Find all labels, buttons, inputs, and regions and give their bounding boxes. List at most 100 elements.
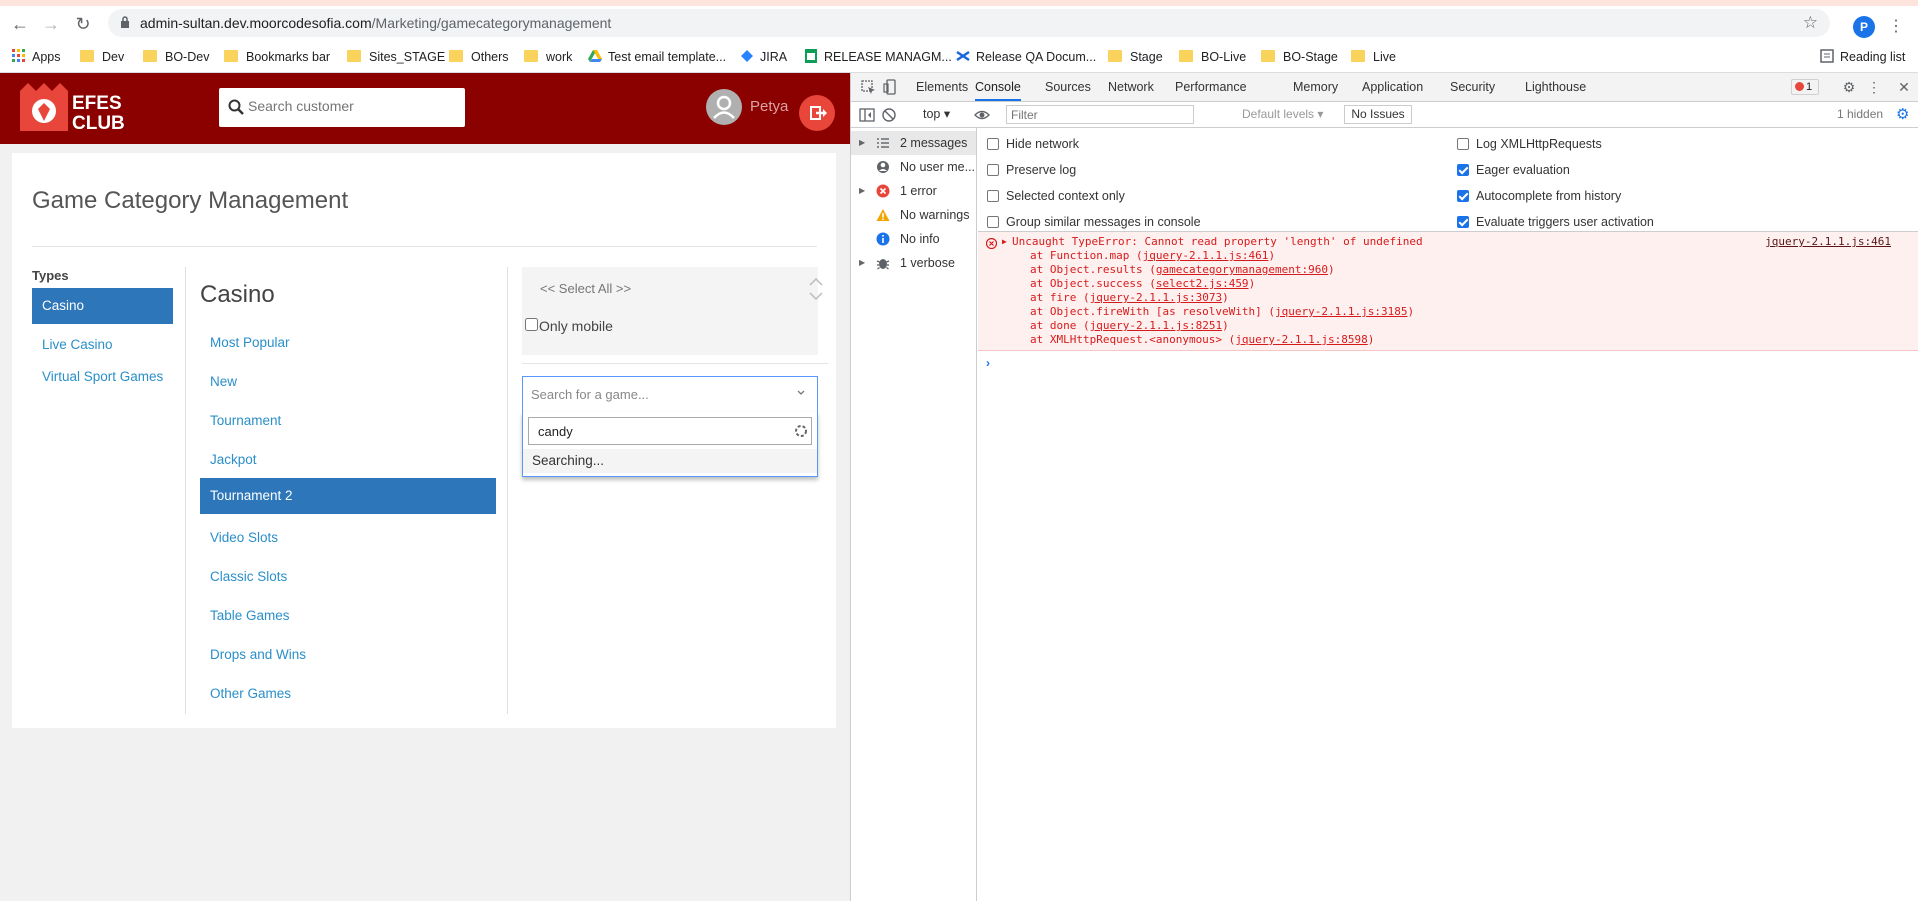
bookmark-apps[interactable]: Apps [12,46,61,68]
expand-arrow-icon[interactable]: ▶ [859,131,865,155]
address-bar[interactable]: admin-sultan.dev.moorcodesofia.com/Marke… [108,9,1830,37]
category-item[interactable]: Table Games [200,598,496,634]
bookmark-bo-dev[interactable]: BO-Dev [143,46,209,68]
hide-network-option[interactable]: Hide network [987,136,1079,152]
bookmark-sites-stage[interactable]: Sites_STAGE [347,46,445,68]
type-item-casino[interactable]: Casino [32,288,173,324]
checkbox[interactable] [987,164,999,176]
bookmark-release-qa[interactable]: Release QA Docum... [956,46,1096,68]
stack-frame-link[interactable]: jquery-2.1.1.js:3073 [1090,291,1222,304]
tab-performance[interactable]: Performance [1175,73,1247,101]
browser-menu-icon[interactable]: ⋮ [1888,16,1904,36]
type-item-virtual-sport-games[interactable]: Virtual Sport Games [32,359,173,395]
clear-console-icon[interactable] [881,107,897,123]
bookmark-release-managm[interactable]: RELEASE MANAGM... [804,46,952,68]
customer-search-input[interactable] [248,98,448,114]
console-prompt[interactable]: › [986,356,990,370]
bookmark-stage[interactable]: Stage [1108,46,1163,68]
device-toolbar-icon[interactable] [883,79,899,95]
forward-icon[interactable]: → [42,15,60,33]
group-similar-option[interactable]: Group similar messages in console [987,214,1201,230]
category-item[interactable]: Video Slots [200,520,496,556]
preserve-log-option[interactable]: Preserve log [987,162,1076,178]
expand-arrow-icon[interactable]: ▶ [859,179,865,203]
checkbox[interactable] [987,190,999,202]
tab-memory[interactable]: Memory [1293,73,1338,101]
category-item[interactable]: Drops and Wins [200,637,496,673]
bookmark-bo-stage[interactable]: BO-Stage [1261,46,1338,68]
sidebar-item-user-messages[interactable]: No user me... [851,155,976,179]
checkbox-checked[interactable] [1457,164,1469,176]
only-mobile-checkbox[interactable]: Only mobile [525,318,613,334]
checkbox-checked[interactable] [1457,216,1469,228]
evaluate-triggers-option[interactable]: Evaluate triggers user activation [1457,214,1654,230]
category-item[interactable]: New [200,364,496,400]
game-select[interactable]: Search for a game... [522,376,818,412]
category-item[interactable]: Jackpot [200,442,496,478]
settings-gear-icon[interactable]: ⚙ [1841,79,1857,95]
category-item[interactable]: Tournament [200,403,496,439]
sidebar-toggle-icon[interactable] [859,107,875,123]
select-all-list[interactable]: << Select All >> [532,267,828,311]
back-icon[interactable]: ← [11,15,29,33]
eye-icon[interactable] [974,107,990,123]
profile-avatar[interactable]: P [1853,16,1875,38]
tab-network[interactable]: Network [1108,73,1154,101]
checkbox[interactable] [1457,138,1469,150]
only-mobile-input[interactable] [525,318,538,331]
category-item[interactable]: Most Popular [200,325,496,361]
tab-application[interactable]: Application [1362,73,1423,101]
console-filter-input[interactable] [1006,105,1194,124]
stack-frame-link[interactable]: jquery-2.1.1.js:8251 [1090,319,1222,332]
efes-club-logo[interactable]: EFES CLUB [14,81,125,137]
reading-list[interactable]: Reading list [1820,46,1905,68]
sidebar-item-messages[interactable]: ▶ 2 messages [851,131,976,155]
log-levels-select[interactable]: Default levels ▾ [1242,107,1323,121]
checkbox-checked[interactable] [1457,190,1469,202]
inspect-element-icon[interactable] [860,79,876,95]
tab-security[interactable]: Security [1450,73,1495,101]
stack-frame-link[interactable]: jquery-2.1.1.js:461 [1143,249,1269,262]
checkbox[interactable] [987,138,999,150]
close-icon[interactable]: ✕ [1896,79,1912,95]
bookmark-jira[interactable]: JIRA [740,46,787,68]
eager-evaluation-option[interactable]: Eager evaluation [1457,162,1570,178]
customer-search[interactable] [219,88,465,127]
stack-frame-link[interactable]: jquery-2.1.1.js:8598 [1235,333,1367,346]
bookmark-live[interactable]: Live [1351,46,1396,68]
tab-elements[interactable]: Elements [916,73,968,101]
username[interactable]: Petya [750,98,788,115]
user-avatar[interactable] [706,89,742,125]
bookmark-bookmarks-bar[interactable]: Bookmarks bar [224,46,330,68]
sidebar-item-warnings[interactable]: No warnings [851,203,976,227]
category-item[interactable]: Tournament 2 [200,478,496,514]
log-xhr-option[interactable]: Log XMLHttpRequests [1457,136,1602,152]
error-source-link[interactable]: jquery-2.1.1.js:461 [1765,235,1891,248]
bookmark-dev[interactable]: Dev [80,46,124,68]
context-select[interactable]: top ▾ [923,106,950,121]
category-item[interactable]: Classic Slots [200,559,496,595]
sidebar-item-info[interactable]: No info [851,227,976,251]
stack-frame-link[interactable]: jquery-2.1.1.js:3185 [1275,305,1407,318]
sidebar-item-verbose[interactable]: ▶ 1 verbose [851,251,976,275]
bookmark-work[interactable]: work [524,46,572,68]
stack-frame-link[interactable]: gamecategorymanagement:960 [1156,263,1328,276]
bookmark-bo-live[interactable]: BO-Live [1179,46,1246,68]
stack-frame-link[interactable]: select2.js:459 [1156,277,1249,290]
tab-console[interactable]: Console [975,73,1021,101]
game-search-input[interactable]: candy [528,417,812,445]
issues-button[interactable]: No Issues [1344,105,1412,124]
expand-arrow-icon[interactable]: ▶ [859,251,865,275]
tab-sources[interactable]: Sources [1045,73,1091,101]
expand-arrow-icon[interactable]: ▶ [1002,237,1007,246]
more-options-icon[interactable]: ⋮ [1866,79,1882,95]
tab-lighthouse[interactable]: Lighthouse [1525,73,1586,101]
reload-icon[interactable]: ↻ [74,15,92,33]
autocomplete-option[interactable]: Autocomplete from history [1457,188,1621,204]
checkbox[interactable] [987,216,999,228]
bookmark-star-icon[interactable]: ☆ [1803,13,1818,33]
type-item-live-casino[interactable]: Live Casino [32,327,173,363]
logout-button[interactable] [799,95,835,131]
console-settings-icon[interactable]: ⚙ [1896,105,1909,123]
selected-context-option[interactable]: Selected context only [987,188,1125,204]
